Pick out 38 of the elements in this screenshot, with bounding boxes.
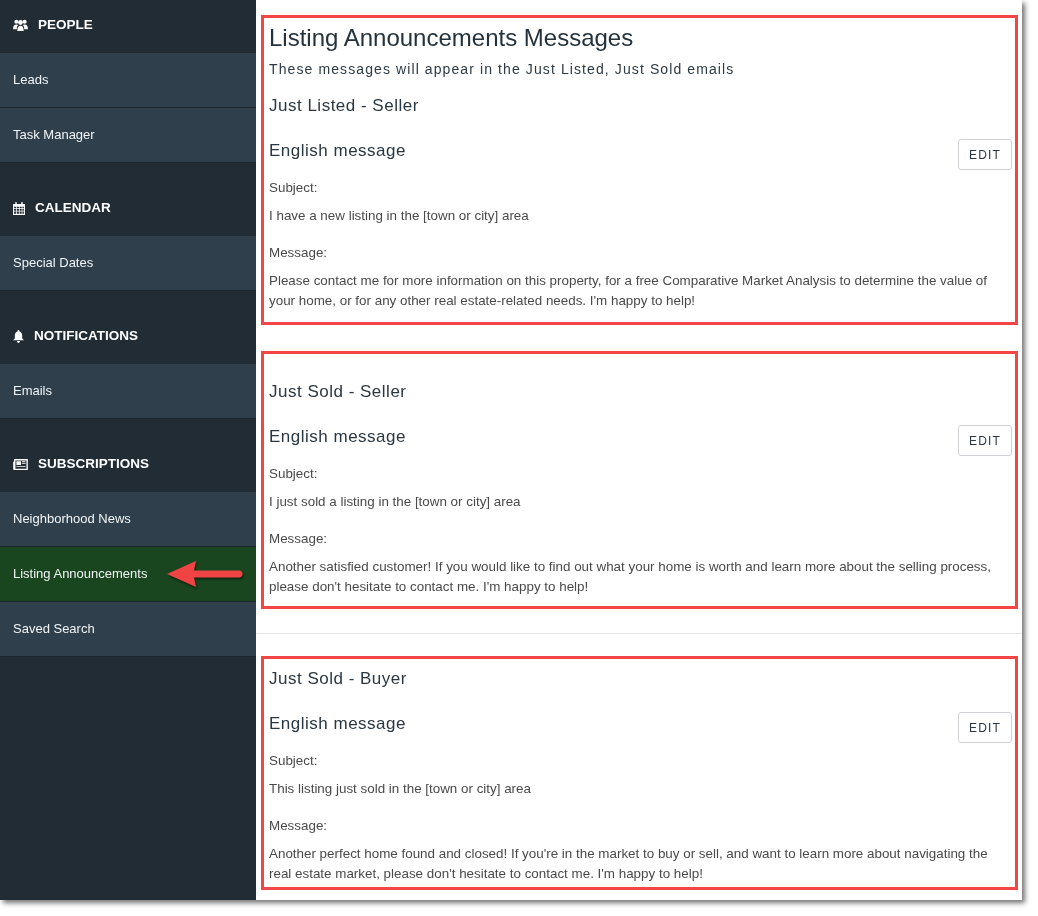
sidebar-item[interactable]: Saved Search [0,602,256,657]
sidebar-item[interactable]: Listing Announcements [0,547,256,602]
section-heading: NOTIFICATIONS [34,327,138,345]
template-title: Just Sold - Buyer [269,668,407,690]
sidebar-item[interactable]: Leads [0,53,256,108]
edit-button[interactable]: EDIT [958,425,1012,456]
field-label: Message: [269,817,328,835]
subject-text: I just sold a listing in the [town or city] area [269,493,521,511]
field-label: Subject: [269,465,318,483]
bell-icon [13,329,24,343]
message-text: Another satisfied customer! If you would like to find out what your home is worth and learn more about the selling process, please don't hesitate to contact me. I'm happy to help! [269,558,992,596]
subject-text: I have a new listing in the [town or city] area [269,207,529,225]
message-text: Please contact me for more information on this property, for a free Comparative Market Analysis to determine the value of your home, or for any other real estate-related needs. I'm happy to help! [269,272,988,310]
template-title: Just Listed - Seller [269,95,419,117]
people-icon [13,19,28,31]
language-heading: English message [269,426,406,448]
page-title: Listing Announcements Messages [269,23,634,53]
sidebar-item[interactable]: Special Dates [0,236,256,291]
page-subtitle: These messages will appear in the Just Listed, Just Sold emails [269,60,735,79]
section-heading: PEOPLE [38,16,93,34]
template-title: Just Sold - Seller [269,381,407,403]
sidebar-item[interactable]: Task Manager [0,108,256,163]
field-label: Subject: [269,179,318,197]
subject-text: This listing just sold in the [town or city] area [269,780,531,798]
edit-button[interactable]: EDIT [958,139,1012,170]
sidebar-item[interactable]: Emails [0,364,256,419]
edit-button[interactable]: EDIT [958,712,1012,743]
field-label: Subject: [269,752,318,770]
sidebar-item[interactable]: Neighborhood News [0,492,256,547]
field-label: Message: [269,244,328,262]
section-heading: CALENDAR [35,199,111,217]
newspaper-icon [13,458,28,470]
section-heading: SUBSCRIPTIONS [38,455,149,473]
message-text: Another perfect home found and closed! If you're in the market to buy or sell, and want to learn more about navigating the real estate market, please don't hesitate to contact me. I'm happy to help! [269,845,989,883]
language-heading: English message [269,713,406,735]
calendar-icon [13,201,25,215]
language-heading: English message [269,140,406,162]
field-label: Message: [269,530,328,548]
